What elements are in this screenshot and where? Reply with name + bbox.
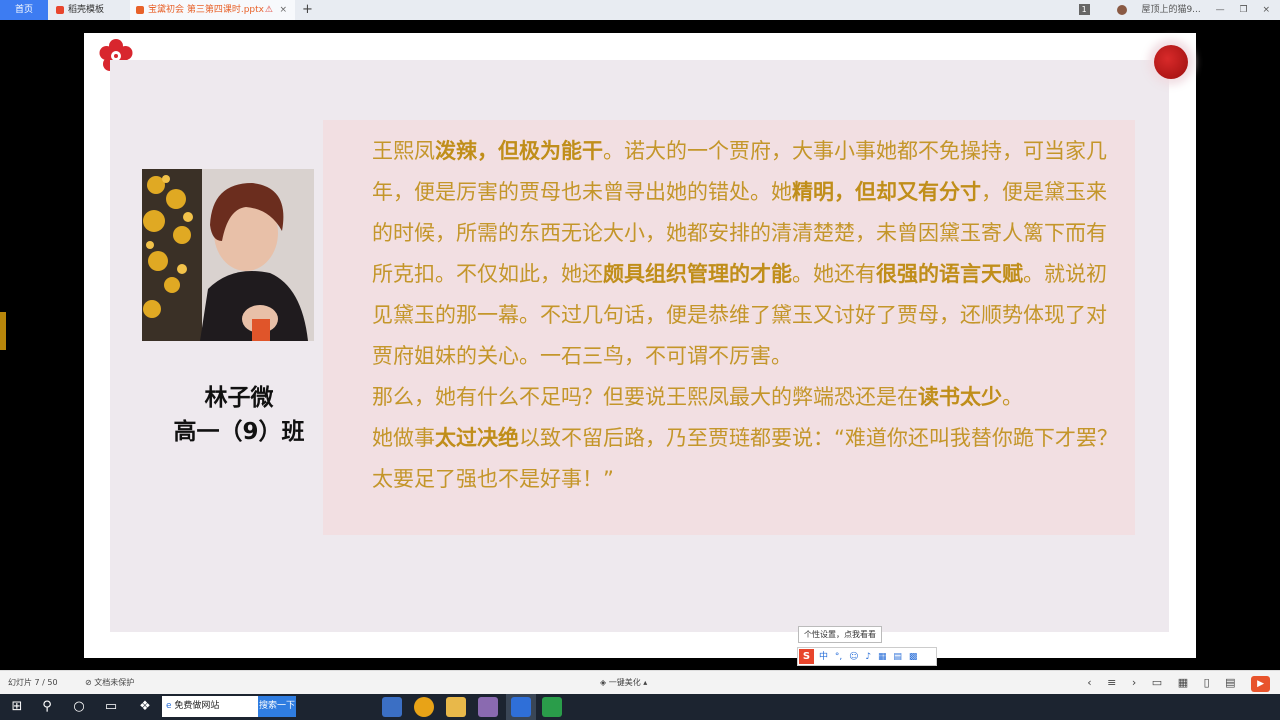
- play-slideshow-button[interactable]: ▶: [1251, 676, 1270, 692]
- user-name[interactable]: 屋顶上的猫9...: [1141, 5, 1200, 15]
- taskbar-search-input[interactable]: e 免费做网站: [162, 696, 258, 717]
- ime-mode[interactable]: 中: [819, 652, 828, 662]
- toolbox-icon[interactable]: ▤: [893, 652, 902, 662]
- ime-tooltip[interactable]: 个性设置，点我看看: [798, 626, 882, 643]
- slide: 林子微 高一（9）班 王熙凤泼辣，但极为能干。诺大的一个贾府，大事小事她都不免操…: [84, 33, 1196, 658]
- file-explorer-icon[interactable]: [446, 697, 466, 717]
- new-tab-button[interactable]: +: [302, 0, 313, 20]
- slide-counter: 幻灯片 7 / 50: [8, 678, 58, 687]
- normal-view-icon[interactable]: ▭: [1152, 676, 1162, 689]
- sorter-view-icon[interactable]: ▦: [1178, 676, 1188, 689]
- document-protection[interactable]: ⊘ 文档未保护: [85, 671, 134, 695]
- grid-icon[interactable]: ▩: [909, 652, 918, 662]
- essay-highlight: 精明，但却又有分寸: [792, 180, 981, 204]
- prev-slide-icon[interactable]: ‹: [1087, 676, 1091, 689]
- next-slide-icon[interactable]: ›: [1132, 676, 1136, 689]
- tab-presentation[interactable]: 宝黛初会 第三第四课时.pptx ⚠ ×: [130, 0, 295, 20]
- keyboard-icon[interactable]: ▦: [878, 652, 887, 662]
- reading-view-icon[interactable]: ▯: [1204, 676, 1210, 689]
- essay-text: 王熙凤泼辣，但极为能干。诺大的一个贾府，大事小事她都不免操持，可当家几年，便是厉…: [330, 131, 1122, 500]
- taskbar: ⊞ ⚲ ○ ▭ ❖ e 免费做网站 搜索一下: [0, 694, 1280, 720]
- warning-icon: ⚠: [264, 5, 273, 15]
- document-protection-label: 文档未保护: [94, 678, 135, 687]
- wps-writer-icon[interactable]: [511, 697, 531, 717]
- microphone-icon[interactable]: ♪: [865, 652, 871, 662]
- window-controls: 1 屋顶上的猫9... — ❐ ×: [1067, 0, 1270, 20]
- author-name: 林子微: [204, 385, 274, 411]
- taskbar-search-value: 免费做网站: [174, 701, 220, 711]
- pane-resize-handle[interactable]: [0, 312, 6, 350]
- essay-text-run: 她做事: [372, 426, 435, 450]
- user-avatar[interactable]: [1116, 4, 1127, 15]
- slide-stage: 林子微 高一（9）班 王熙凤泼辣，但极为能干。诺大的一个贾府，大事小事她都不免操…: [0, 20, 1280, 670]
- tab-home[interactable]: 首页: [0, 0, 48, 20]
- tab-presentation-label: 宝黛初会 第三第四课时.pptx: [148, 5, 265, 15]
- window-badge[interactable]: 1: [1078, 4, 1090, 15]
- app-icon[interactable]: [382, 697, 402, 717]
- beautify-button[interactable]: ◈ 一键美化 ▴: [600, 671, 647, 695]
- essay-highlight: 读书太少: [918, 385, 1002, 409]
- list-icon[interactable]: ≡: [1107, 676, 1116, 689]
- essay-highlight: 泼辣，但极为能干: [435, 139, 603, 163]
- author-portrait: [142, 169, 314, 341]
- minimize-icon[interactable]: —: [1216, 5, 1225, 15]
- punctuation-icon[interactable]: °,: [835, 652, 842, 662]
- notes-view-icon[interactable]: ▤: [1225, 676, 1235, 689]
- emoji-icon[interactable]: ☺: [849, 652, 858, 662]
- app-icon[interactable]: ❖: [130, 694, 160, 720]
- docer-icon: [56, 5, 64, 14]
- ime-toolbar[interactable]: S中 °, ☺ ♪ ▦ ▤ ▩: [797, 647, 937, 666]
- ie-icon: e: [166, 701, 172, 711]
- red-seal-icon: [1154, 45, 1188, 79]
- app-icon[interactable]: [478, 697, 498, 717]
- beautify-label: 一键美化: [608, 678, 641, 687]
- wps-spreadsheet-icon[interactable]: [542, 697, 562, 717]
- author-class: 高一（9）班: [173, 419, 305, 445]
- tab-bar: 首页 稻壳模板 宝黛初会 第三第四课时.pptx ⚠ × + 1 屋顶上的猫9.…: [0, 0, 1280, 21]
- essay-paragraph-3: 她做事太过决绝以致不留后路，乃至贾琏都要说：“难道你还叫我替你跪下才罢？太要足了…: [330, 418, 1122, 500]
- tab-templates-label: 稻壳模板: [68, 5, 105, 15]
- cortana-icon[interactable]: ○: [64, 694, 94, 720]
- pptx-icon: [136, 5, 144, 14]
- tab-home-label: 首页: [14, 5, 33, 15]
- essay-text-run: 。她还有: [792, 262, 876, 286]
- tab-templates[interactable]: 稻壳模板: [50, 0, 130, 20]
- essay-paragraph-2: 那么，她有什么不足吗？但要说王熙凤最大的弊端恐还是在读书太少。: [330, 377, 1122, 418]
- task-view-icon[interactable]: ▭: [96, 694, 126, 720]
- search-icon[interactable]: ⚲: [32, 694, 62, 720]
- view-controls: ‹ ≡ › ▭ ▦ ▯ ▤ ▶: [1075, 671, 1270, 695]
- essay-highlight: 太过决绝: [435, 426, 519, 450]
- essay-text-run: 那么，她有什么不足吗？但要说王熙凤最大的弊端恐还是在: [372, 385, 918, 409]
- windows-start-icon[interactable]: ⊞: [2, 694, 32, 720]
- status-bar: 幻灯片 7 / 50 ⊘ 文档未保护 ◈ 一键美化 ▴ ‹ ≡ › ▭ ▦ ▯ …: [0, 670, 1280, 695]
- close-window-icon[interactable]: ×: [1262, 5, 1270, 15]
- taskbar-search-button[interactable]: 搜索一下: [258, 696, 296, 717]
- restore-icon[interactable]: ❐: [1240, 5, 1248, 15]
- essay-highlight: 很强的语言天赋: [876, 262, 1023, 286]
- essay-text-run: 。: [1002, 385, 1023, 409]
- close-tab-icon[interactable]: ×: [279, 0, 287, 20]
- chrome-icon[interactable]: [414, 697, 434, 717]
- essay-text-run: 王熙凤: [372, 139, 435, 163]
- essay-highlight: 颇具组织管理的才能: [603, 262, 792, 286]
- sogou-logo-icon[interactable]: S: [799, 649, 814, 664]
- essay-paragraph-1: 王熙凤泼辣，但极为能干。诺大的一个贾府，大事小事她都不免操持，可当家几年，便是厉…: [330, 131, 1122, 377]
